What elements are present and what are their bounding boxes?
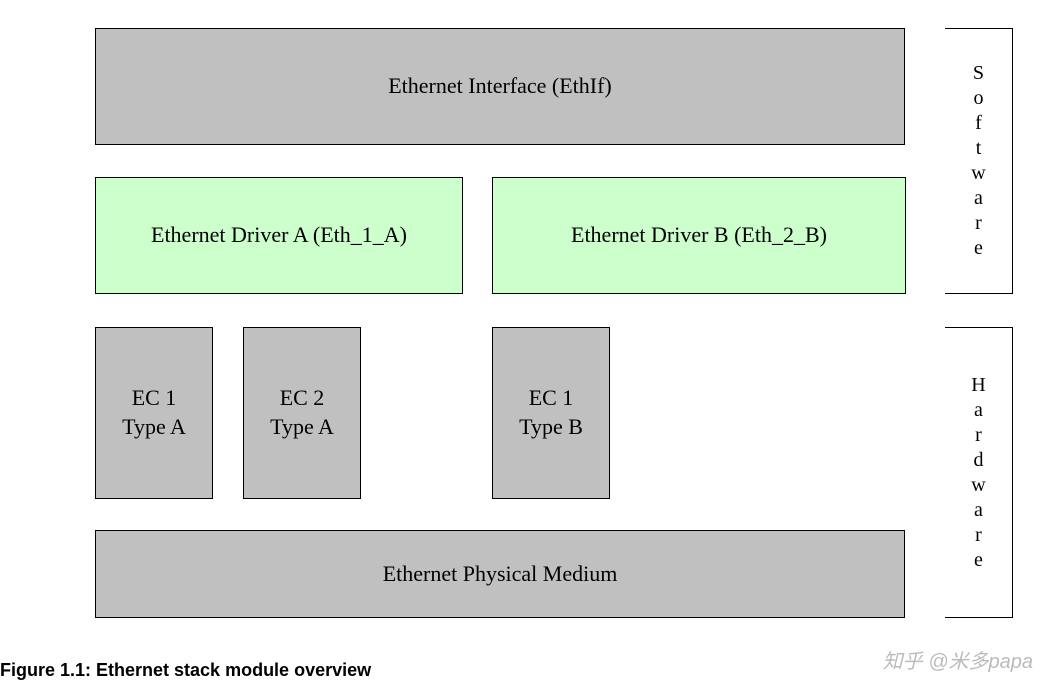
box-ec1-type-a: EC 1 Type A [95, 327, 213, 499]
software-vertical-text: Software [971, 61, 985, 261]
box-ec1-type-b: EC 1 Type B [492, 327, 610, 499]
box-ethernet-interface: Ethernet Interface (EthIf) [95, 28, 905, 145]
box-ec2-type-a: EC 2 Type A [243, 327, 361, 499]
box-physical-medium: Ethernet Physical Medium [95, 530, 905, 618]
ec1b-line2: Type B [519, 414, 583, 439]
label-driver-b: Ethernet Driver B (Eth_2_B) [571, 221, 827, 250]
ec2a-line1: EC 2 [280, 385, 325, 410]
ec1b-line1: EC 1 [529, 385, 574, 410]
hardware-vertical-text: Hardware [971, 373, 985, 573]
label-physical-medium: Ethernet Physical Medium [383, 560, 618, 589]
label-ec1-type-a: EC 1 Type A [122, 384, 186, 441]
label-ec2-type-a: EC 2 Type A [270, 384, 334, 441]
side-label-hardware: Hardware [945, 327, 1013, 618]
label-driver-a: Ethernet Driver A (Eth_1_A) [151, 221, 407, 250]
label-ethernet-interface: Ethernet Interface (EthIf) [388, 72, 612, 101]
diagram-canvas: Ethernet Interface (EthIf) Ethernet Driv… [10, 0, 1053, 694]
box-driver-a: Ethernet Driver A (Eth_1_A) [95, 177, 463, 294]
ec1a-line1: EC 1 [132, 385, 177, 410]
box-driver-b: Ethernet Driver B (Eth_2_B) [492, 177, 906, 294]
label-ec1-type-b: EC 1 Type B [519, 384, 583, 441]
ec1a-line2: Type A [122, 414, 186, 439]
figure-caption: Figure 1.1: Ethernet stack module overvi… [0, 660, 371, 681]
side-label-software: Software [945, 28, 1013, 294]
ec2a-line2: Type A [270, 414, 334, 439]
